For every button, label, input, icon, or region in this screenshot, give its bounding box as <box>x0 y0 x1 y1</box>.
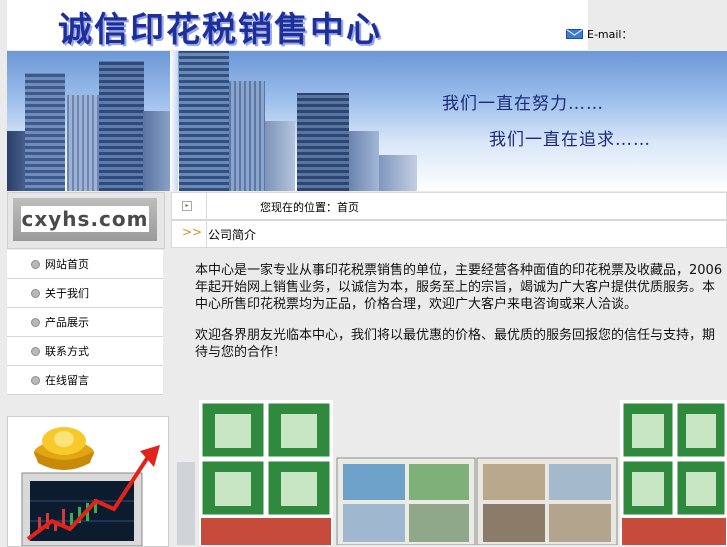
content-area: 本中心是一家专业从事印花税票销售的单位，主要经营各种面值的印花税票及收藏品，20… <box>195 262 727 361</box>
divider <box>206 193 207 219</box>
divider <box>206 221 207 247</box>
ad-image[interactable] <box>7 416 169 547</box>
site-title: 诚信印花税销售中心 <box>58 10 382 50</box>
stamp-gallery[interactable] <box>177 400 727 545</box>
bullet-icon <box>31 259 40 269</box>
welcome-paragraph: 欢迎各界朋友光临本中心，我们将以最优惠的价格、最优质的服务回报您的信任与支持，期… <box>195 328 716 360</box>
banner-image: 我们一直在努力…… 我们一直在追求…… <box>7 51 727 191</box>
arrow-right-icon: ▸ <box>182 201 192 211</box>
intro-paragraph: 本中心是一家专业从事印花税票销售的单位，主要经营各种面值的印花税票及收藏品，20… <box>195 263 723 312</box>
email-label: E-mail： <box>587 28 633 41</box>
slogan-line2: 我们一直在追求…… <box>489 130 651 150</box>
sidebar-item-contact[interactable]: 联系方式 <box>7 337 163 366</box>
banner-divider <box>170 51 178 191</box>
logo-text: cxyhs.com <box>21 206 149 232</box>
stamp-sheets-image <box>177 400 727 545</box>
section-header: >> 公司简介 <box>171 220 727 248</box>
location-text: 您现在的位置：首页 <box>260 201 359 214</box>
slogan-line1: 我们一直在努力…… <box>442 94 604 114</box>
sidebar-menu: 网站首页 关于我们 产品展示 联系方式 在线留言 <box>7 250 163 395</box>
bullet-icon <box>31 375 40 385</box>
sidebar-item-label: 关于我们 <box>45 287 89 300</box>
sidebar-item-about[interactable]: 关于我们 <box>7 279 163 308</box>
sidebar-item-label: 网站首页 <box>45 258 89 271</box>
gold-ingot-chart-icon <box>8 417 168 546</box>
envelope-icon <box>566 29 583 39</box>
double-chevron-icon: >> <box>182 225 203 239</box>
location-bar: ▸ 您现在的位置：首页 <box>171 192 727 220</box>
sidebar-item-label: 在线留言 <box>45 374 89 387</box>
logo-box: cxyhs.com <box>7 192 165 249</box>
bullet-icon <box>31 346 40 356</box>
sidebar-item-products[interactable]: 产品展示 <box>7 308 163 337</box>
sidebar-item-home[interactable]: 网站首页 <box>7 250 163 279</box>
section-title: 公司简介 <box>208 228 257 242</box>
sidebar-item-label: 联系方式 <box>45 345 89 358</box>
logo-frame: cxyhs.com <box>13 198 157 241</box>
bullet-icon <box>31 288 40 298</box>
sidebar-item-message[interactable]: 在线留言 <box>7 366 163 395</box>
sidebar-item-label: 产品展示 <box>45 316 89 329</box>
email-link[interactable]: E-mail： <box>566 26 633 42</box>
bullet-icon <box>31 317 40 327</box>
